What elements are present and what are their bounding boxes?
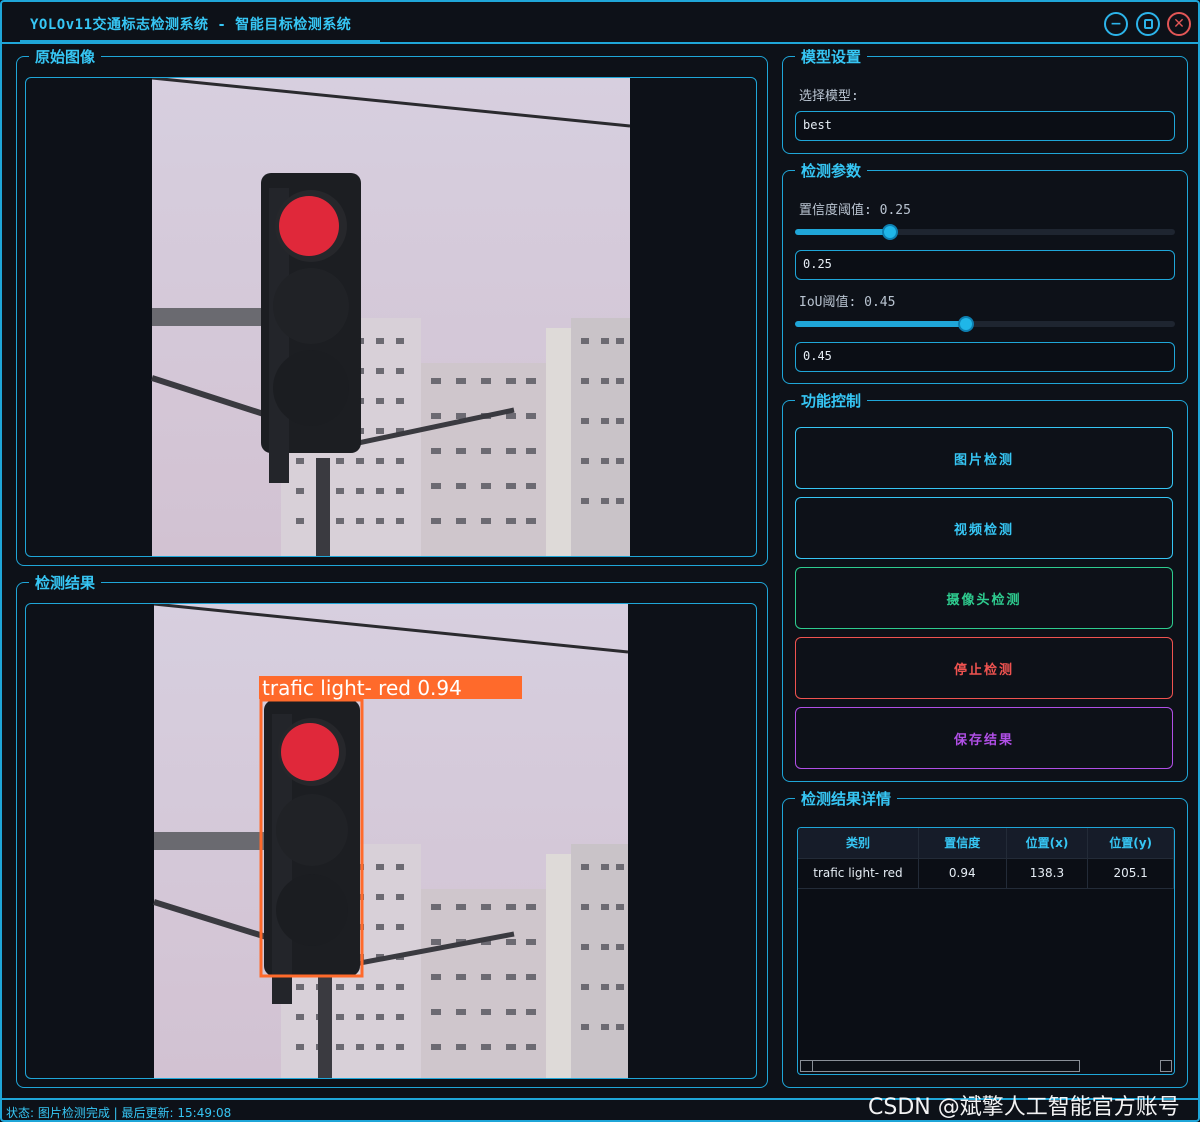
video-detect-button[interactable]: 视频检测: [795, 497, 1173, 559]
result-image-title: 检测结果: [29, 572, 102, 593]
result-details-title: 检测结果详情: [795, 788, 898, 809]
conf-slider-fill: [795, 229, 890, 235]
result-table: 类别 置信度 位置(x) 位置(y) trafic light- red 0.9…: [798, 828, 1174, 889]
model-settings-title: 模型设置: [795, 46, 868, 67]
detection-label: trafic light- red 0.94: [262, 676, 462, 700]
app-window: YOLOv11交通标志检测系统 - 智能目标检测系统 − ✕ 原始图像 检测结果…: [0, 0, 1200, 1122]
detection-params-title: 检测参数: [795, 160, 868, 181]
title-underline: [20, 40, 380, 42]
close-icon: ✕: [1173, 16, 1185, 32]
scroll-left-icon[interactable]: [801, 1061, 813, 1071]
table-row[interactable]: trafic light- red 0.94 138.3 205.1: [798, 858, 1174, 889]
original-image-group: 原始图像: [16, 46, 768, 566]
result-image-frame: trafic light- red 0.94: [25, 603, 757, 1079]
watermark: CSDN @斌擎人工智能官方账号: [868, 1095, 1180, 1120]
model-settings-group: 模型设置 选择模型: best: [782, 46, 1188, 154]
stop-detect-button[interactable]: 停止检测: [795, 637, 1173, 699]
iou-slider[interactable]: [795, 316, 1175, 332]
result-image-group: 检测结果 trafic light- red 0.94: [16, 572, 768, 1088]
save-result-button[interactable]: 保存结果: [795, 707, 1173, 769]
cell-y: 205.1: [1087, 858, 1174, 889]
select-model-label: 选择模型:: [799, 89, 859, 104]
minimize-icon: −: [1110, 16, 1122, 32]
scroll-right-icon[interactable]: [1160, 1060, 1172, 1072]
minimize-button[interactable]: −: [1104, 12, 1128, 36]
horizontal-scrollbar[interactable]: [800, 1060, 1080, 1072]
iou-slider-fill: [795, 321, 966, 327]
title-bar: YOLOv11交通标志检测系统 - 智能目标检测系统 − ✕: [2, 2, 1198, 44]
iou-threshold-label: IoU阈值: 0.45: [799, 295, 896, 310]
window-title: YOLOv11交通标志检测系统 - 智能目标检测系统: [30, 17, 352, 33]
column-header-class[interactable]: 类别: [798, 828, 919, 859]
table-header-row: 类别 置信度 位置(x) 位置(y): [798, 828, 1174, 859]
close-button[interactable]: ✕: [1167, 12, 1191, 36]
conf-threshold-label: 置信度阈值: 0.25: [799, 203, 911, 218]
conf-threshold-input[interactable]: 0.25: [795, 250, 1175, 280]
traffic-light: [261, 173, 361, 483]
iou-slider-handle[interactable]: [958, 316, 974, 332]
detection-params-group: 检测参数 置信度阈值: 0.25 0.25 IoU阈值: 0.45 0.45: [782, 160, 1188, 384]
maximize-icon: [1143, 19, 1153, 29]
cell-x: 138.3: [1006, 858, 1089, 889]
cell-class: trafic light- red: [798, 858, 919, 889]
iou-threshold-input[interactable]: 0.45: [795, 342, 1175, 372]
maximize-button[interactable]: [1136, 12, 1160, 36]
result-table-frame: 类别 置信度 位置(x) 位置(y) trafic light- red 0.9…: [797, 827, 1175, 1075]
function-control-title: 功能控制: [795, 390, 868, 411]
image-detect-button[interactable]: 图片检测: [795, 427, 1173, 489]
column-header-y[interactable]: 位置(y): [1087, 828, 1174, 859]
column-header-x[interactable]: 位置(x): [1006, 828, 1089, 859]
result-details-group: 检测结果详情 类别 置信度 位置(x) 位置(y) trafic light- …: [782, 788, 1188, 1088]
conf-slider[interactable]: [795, 224, 1175, 240]
original-image: [151, 78, 631, 556]
camera-detect-button[interactable]: 摄像头检测: [795, 567, 1173, 629]
original-image-title: 原始图像: [29, 46, 102, 67]
column-header-confidence[interactable]: 置信度: [918, 828, 1007, 859]
status-bar: 状态: 图片检测完成 | 最后更新: 15:49:08: [6, 1106, 232, 1120]
conf-slider-handle[interactable]: [882, 224, 898, 240]
result-image: trafic light- red 0.94: [153, 604, 629, 1078]
function-control-group: 功能控制 图片检测 视频检测 摄像头检测 停止检测 保存结果: [782, 390, 1188, 782]
original-image-frame: [25, 77, 757, 557]
cell-confidence: 0.94: [918, 858, 1007, 889]
model-select[interactable]: best: [795, 111, 1175, 141]
